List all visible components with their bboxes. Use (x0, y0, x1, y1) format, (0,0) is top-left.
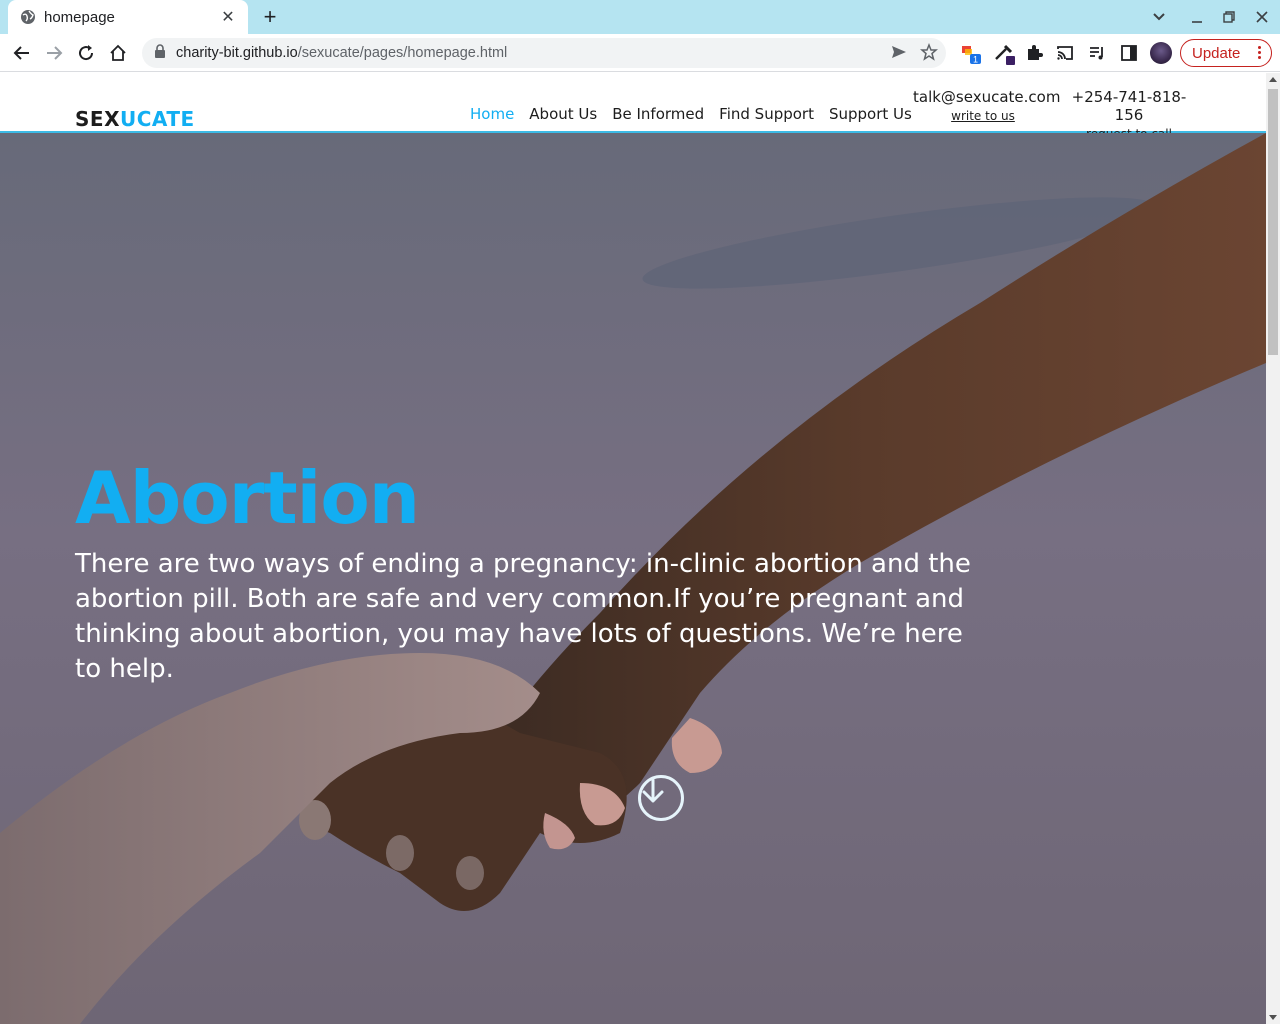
site-header: SEXUCATE Home About Us Be Informed Find … (0, 73, 1266, 141)
nav-find-support[interactable]: Find Support (719, 105, 814, 123)
hero-section: Abortion There are two ways of ending a … (0, 133, 1266, 1024)
close-window-icon[interactable] (1246, 0, 1278, 34)
hero-description: There are two ways of ending a pregnancy… (75, 549, 971, 684)
hero-title: Abortion (75, 456, 420, 540)
scrollbar-thumb[interactable] (1268, 89, 1278, 355)
nav-be-informed[interactable]: Be Informed (612, 105, 704, 123)
reload-icon[interactable] (72, 39, 100, 67)
globe-icon (20, 9, 36, 25)
extension-badge-icon[interactable]: 1 (956, 39, 984, 67)
email-address: talk@sexucate.com (913, 88, 1061, 106)
bookmark-star-icon[interactable] (920, 42, 938, 66)
address-bar[interactable]: charity-bit.github.io/sexucate/pages/hom… (142, 38, 946, 68)
browser-toolbar: charity-bit.github.io/sexucate/pages/hom… (0, 34, 1280, 72)
back-arrow-icon[interactable] (8, 39, 36, 67)
profile-avatar[interactable] (1150, 42, 1172, 64)
arrow-down-icon (642, 778, 664, 803)
media-queue-icon[interactable] (1083, 39, 1111, 67)
cast-icon[interactable] (1051, 39, 1079, 67)
kebab-menu-icon[interactable] (1258, 45, 1261, 60)
forward-arrow-icon[interactable] (40, 39, 68, 67)
scroll-down-button[interactable] (638, 775, 684, 821)
nav-about-us[interactable]: About Us (529, 105, 597, 123)
write-to-us-link[interactable]: write to us (913, 109, 1053, 123)
puzzle-extensions-icon[interactable] (1020, 39, 1048, 67)
home-icon[interactable] (104, 39, 132, 67)
eyedropper-extension-icon[interactable] (990, 39, 1018, 67)
nav-support-us[interactable]: Support Us (829, 105, 912, 123)
close-icon[interactable]: ✕ (218, 7, 238, 27)
browser-tab[interactable]: homepage ✕ (8, 0, 248, 34)
send-icon[interactable] (890, 43, 908, 66)
site-logo[interactable]: SEXUCATE (75, 107, 195, 131)
main-nav: Home About Us Be Informed Find Support S… (470, 105, 912, 123)
page-scrollbar[interactable] (1266, 73, 1280, 1024)
minimize-icon[interactable] (1181, 0, 1213, 34)
tab-title: homepage (44, 8, 115, 26)
browser-tab-strip: homepage ✕ + (0, 0, 1280, 34)
svg-text:1: 1 (973, 55, 978, 65)
new-tab-button[interactable]: + (258, 4, 282, 29)
email-contact: talk@sexucate.com write to us (913, 88, 1061, 123)
phone-number: +254-741-818-156 (1071, 88, 1187, 124)
scroll-up-arrow-icon[interactable] (1269, 77, 1277, 82)
scroll-down-arrow-icon[interactable] (1269, 1015, 1277, 1020)
tab-search-chevron-icon[interactable] (1143, 0, 1175, 34)
side-panel-icon[interactable] (1115, 39, 1143, 67)
page-viewport: SEXUCATE Home About Us Be Informed Find … (0, 73, 1266, 1024)
restore-icon[interactable] (1213, 0, 1245, 34)
nav-home[interactable]: Home (470, 105, 514, 123)
lock-icon[interactable] (154, 43, 166, 63)
url-text[interactable]: charity-bit.github.io/sexucate/pages/hom… (176, 45, 507, 61)
update-button[interactable]: Update (1180, 39, 1272, 67)
